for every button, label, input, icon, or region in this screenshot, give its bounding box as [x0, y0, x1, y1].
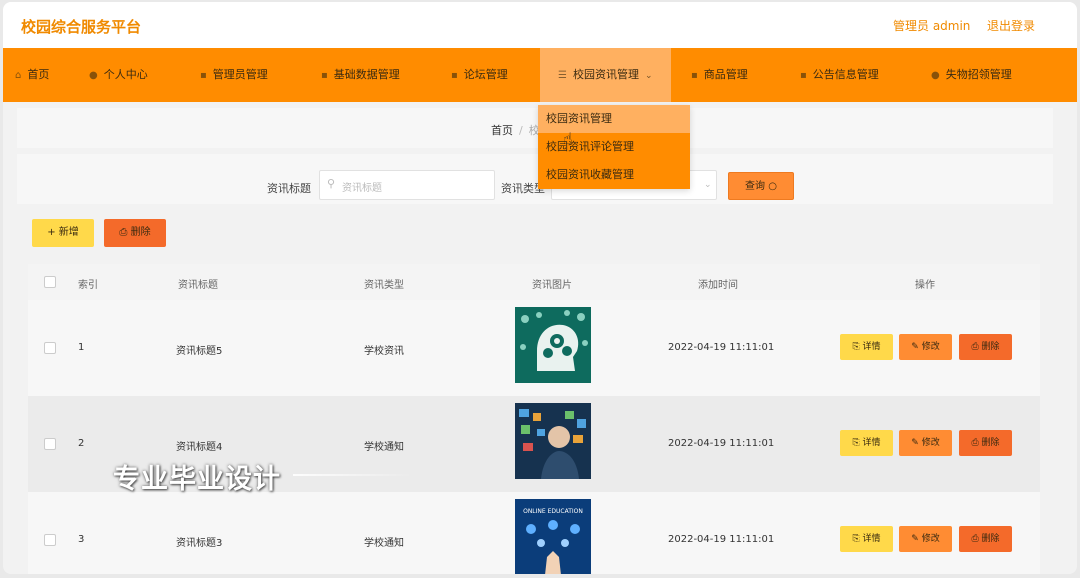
dropdown-item-news-manage[interactable]: 校园资讯管理 — [538, 105, 690, 133]
header-title: 资讯标题 — [178, 280, 218, 291]
header-type: 资讯类型 — [364, 280, 404, 291]
row-type: 学校通知 — [364, 538, 404, 549]
hand-cursor-icon: ☝ — [563, 129, 573, 148]
nav-item-label: 首页 — [27, 68, 50, 81]
lost-found-icon: ● — [931, 70, 940, 81]
user-icon: ● — [89, 70, 98, 81]
title-search-input[interactable]: ⚲ 资讯标题 — [319, 170, 495, 200]
nav-item-basic-data[interactable]: ▪ 基础数据管理 — [321, 48, 400, 102]
row-title: 资讯标题5 — [176, 346, 223, 357]
home-icon: ⌂ — [15, 70, 22, 81]
nav-item-forum[interactable]: ▪ 论坛管理 — [451, 48, 508, 102]
header-time: 添加时间 — [698, 280, 738, 291]
row-checkbox[interactable] — [44, 342, 56, 354]
nav-item-home[interactable]: ⌂ 首页 — [15, 48, 49, 102]
logout-link[interactable]: 退出登录 — [987, 17, 1035, 34]
delete-button[interactable]: ⎙ 删除 — [959, 334, 1012, 360]
watermark-line — [293, 474, 413, 476]
search-bar — [17, 154, 1053, 204]
delete-button[interactable]: ⎙ 删除 — [959, 430, 1012, 456]
row-index: 2 — [78, 438, 85, 449]
row-time: 2022-04-19 11:11:01 — [668, 342, 775, 353]
nav-item-label: 基础数据管理 — [333, 68, 400, 81]
table-row: 1 资讯标题5 学校资讯 2022-04-19 11:11:01 ⎘ 详情 ✎ … — [28, 300, 1040, 396]
row-type: 学校资讯 — [364, 346, 404, 357]
breadcrumb-separator: / — [519, 124, 523, 137]
add-button[interactable]: + 新增 — [32, 219, 94, 247]
online-education-image: ONLINE EDUCATION — [515, 499, 591, 574]
delete-button[interactable]: ⎙ 删除 — [959, 526, 1012, 552]
header-ops: 操作 — [915, 280, 935, 291]
row-index: 1 — [78, 342, 85, 353]
batch-delete-button[interactable]: ⎙ 删除 — [104, 219, 166, 247]
app-window: 校园综合服务平台 管理员 admin 退出登录 ⌂ 首页 ● 个人中心 ▪ 管理员管理… — [3, 2, 1077, 574]
nav-item-label: 管理员管理 — [212, 68, 268, 81]
chevron-down-icon: ⌄ — [644, 71, 653, 81]
forum-icon: ▪ — [451, 70, 458, 81]
edit-button[interactable]: ✎ 修改 — [899, 334, 952, 360]
nav-item-label: 失物招领管理 — [945, 68, 1012, 81]
detail-button[interactable]: ⎘ 详情 — [840, 430, 893, 456]
campus-news-dropdown: 校园资讯管理 校园资讯评论管理 校园资讯收藏管理 — [538, 105, 690, 189]
nav-item-admin[interactable]: ▪ 管理员管理 — [200, 48, 268, 102]
breadcrumb-home[interactable]: 首页 — [491, 124, 513, 137]
tech-person-image — [515, 403, 591, 479]
watermark-text: 专业毕业设计 — [113, 464, 281, 495]
nav-item-goods[interactable]: ▪ 商品管理 — [691, 48, 748, 102]
query-button[interactable]: 查询 ○ — [728, 172, 794, 200]
title-search-placeholder: 资讯标题 — [342, 183, 382, 194]
goods-icon: ▪ — [691, 70, 698, 81]
table-row: 3 资讯标题3 学校通知 ONLINE EDUCATION 2022-04-19… — [28, 492, 1040, 574]
row-checkbox[interactable] — [44, 438, 56, 450]
dropdown-item-comment-manage[interactable]: 校园资讯评论管理 — [538, 133, 690, 161]
brand-title: 校园综合服务平台 — [21, 18, 142, 36]
header-index: 索引 — [78, 280, 98, 291]
row-checkbox[interactable] — [44, 534, 56, 546]
brain-gears-image — [515, 307, 591, 383]
nav-item-profile[interactable]: ● 个人中心 — [89, 48, 148, 102]
row-time: 2022-04-19 11:11:01 — [668, 534, 775, 545]
nav-item-label: 校园资讯管理 — [572, 68, 639, 81]
admin-icon: ▪ — [200, 70, 207, 81]
detail-button[interactable]: ⎘ 详情 — [840, 334, 893, 360]
admin-username: 管理员 admin — [893, 19, 971, 33]
edit-button[interactable]: ✎ 修改 — [899, 526, 952, 552]
row-time: 2022-04-19 11:11:01 — [668, 438, 775, 449]
search-icon: ⚲ — [327, 177, 336, 190]
select-arrow-icon: ⌄ — [704, 180, 712, 190]
nav-item-label: 公告信息管理 — [812, 68, 879, 81]
detail-button[interactable]: ⎘ 详情 — [840, 526, 893, 552]
breadcrumb: 首页 / 校 — [491, 122, 540, 138]
row-type: 学校通知 — [364, 442, 404, 453]
data-icon: ▪ — [321, 70, 328, 81]
title-search-label: 资讯标题 — [267, 182, 311, 195]
notice-icon: ▪ — [800, 70, 807, 81]
dropdown-item-favorite-manage[interactable]: 校园资讯收藏管理 — [538, 161, 690, 189]
nav-item-label: 商品管理 — [703, 68, 748, 81]
nav-item-label: 个人中心 — [103, 68, 148, 81]
nav-item-campus-news[interactable]: ☰ 校园资讯管理 ⌄ — [540, 48, 671, 102]
main-nav: ⌂ 首页 ● 个人中心 ▪ 管理员管理 ▪ 基础数据管理 ▪ 论坛管理 ☰ 校园资讯管理 ⌄ … — [3, 48, 1077, 102]
row-title: 资讯标题4 — [176, 442, 223, 453]
select-all-checkbox[interactable] — [44, 276, 56, 288]
top-header: 校园综合服务平台 管理员 admin 退出登录 — [3, 2, 1077, 48]
thumb-caption: ONLINE EDUCATION — [523, 508, 583, 515]
nav-item-lost-found[interactable]: ● 失物招领管理 — [931, 48, 1012, 102]
edit-button[interactable]: ✎ 修改 — [899, 430, 952, 456]
nav-item-notice[interactable]: ▪ 公告信息管理 — [800, 48, 879, 102]
header-image: 资讯图片 — [532, 280, 572, 291]
row-index: 3 — [78, 534, 85, 545]
table-header: 索引 资讯标题 资讯类型 资讯图片 添加时间 操作 — [28, 264, 1040, 300]
row-title: 资讯标题3 — [176, 538, 223, 549]
menu-icon: ☰ — [558, 70, 567, 81]
nav-item-label: 论坛管理 — [463, 68, 508, 81]
